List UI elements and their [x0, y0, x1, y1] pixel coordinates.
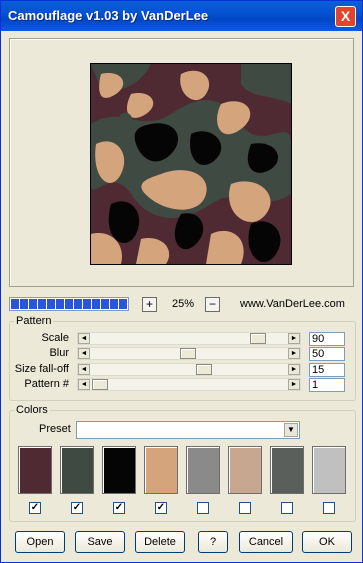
color-checkbox-7[interactable] — [281, 502, 293, 514]
color-swatch-6[interactable] — [228, 446, 262, 494]
color-swatch-1[interactable] — [18, 446, 52, 494]
size-falloff-left-arrow-icon[interactable]: ◄ — [78, 364, 90, 375]
scale-row: Scale ◄ ► 90 — [1, 332, 363, 348]
blur-input[interactable]: 50 — [309, 347, 345, 361]
scale-right-arrow-icon[interactable]: ► — [288, 333, 300, 344]
color-checkbox-5[interactable] — [197, 502, 209, 514]
preview-panel — [9, 38, 354, 287]
color-swatch-4[interactable] — [144, 446, 178, 494]
pattern-number-left-arrow-icon[interactable]: ◄ — [78, 379, 90, 390]
color-checkbox-2[interactable]: ✓ — [71, 502, 83, 514]
blur-slider[interactable]: ◄ ► — [77, 347, 301, 360]
color-swatch-8[interactable] — [312, 446, 346, 494]
scale-left-arrow-icon[interactable]: ◄ — [78, 333, 90, 344]
color-swatch-5[interactable] — [186, 446, 220, 494]
color-swatch-2[interactable] — [60, 446, 94, 494]
color-checkbox-1[interactable]: ✓ — [29, 502, 41, 514]
color-checkbox-6[interactable] — [239, 502, 251, 514]
pattern-number-right-arrow-icon[interactable]: ► — [288, 379, 300, 390]
size-falloff-slider-thumb[interactable] — [196, 364, 212, 375]
size-falloff-input[interactable]: 15 — [309, 363, 345, 377]
pattern-number-slider[interactable]: ◄ ► — [77, 378, 301, 391]
cancel-button[interactable]: Cancel — [239, 531, 293, 553]
pattern-number-slider-thumb[interactable] — [92, 379, 108, 390]
color-checkbox-3[interactable]: ✓ — [113, 502, 125, 514]
color-swatch-7[interactable] — [270, 446, 304, 494]
close-button[interactable]: X — [335, 6, 356, 27]
zoom-level: 25% — [171, 298, 195, 310]
zoom-in-button[interactable]: + — [142, 297, 157, 312]
pattern-number-input[interactable]: 1 — [309, 378, 345, 392]
size-falloff-label: Size fall-off — [14, 363, 69, 375]
camouflage-pattern-image — [91, 64, 291, 264]
size-falloff-slider[interactable]: ◄ ► — [77, 363, 301, 376]
website-link[interactable]: www.VanDerLee.com — [240, 298, 345, 310]
blur-row: Blur ◄ ► 50 — [1, 347, 363, 363]
blur-label: Blur — [49, 347, 69, 359]
zoom-out-button[interactable]: − — [205, 297, 220, 312]
size-falloff-row: Size fall-off ◄ ► 15 — [1, 363, 363, 379]
preset-label: Preset — [39, 423, 71, 435]
blur-right-arrow-icon[interactable]: ► — [288, 348, 300, 359]
size-falloff-right-arrow-icon[interactable]: ► — [288, 364, 300, 375]
title-bar[interactable]: Camouflage v1.03 by VanDerLee X — [1, 1, 362, 31]
scale-label: Scale — [41, 332, 69, 344]
render-progress-bar — [9, 297, 129, 311]
preset-select[interactable]: ▼ — [76, 421, 300, 439]
scale-input[interactable]: 90 — [309, 332, 345, 346]
help-button[interactable]: ? — [198, 531, 228, 553]
colors-legend: Colors — [16, 404, 48, 416]
color-checkbox-8[interactable] — [323, 502, 335, 514]
plugin-window: Camouflage v1.03 by VanDerLee X + 25% − … — [0, 0, 363, 563]
save-button[interactable]: Save — [75, 531, 125, 553]
camouflage-preview[interactable] — [90, 63, 292, 265]
ok-button[interactable]: OK — [302, 531, 352, 553]
dropdown-arrow-icon[interactable]: ▼ — [284, 423, 298, 437]
color-checkbox-4[interactable]: ✓ — [155, 502, 167, 514]
window-title: Camouflage v1.03 by VanDerLee — [8, 8, 209, 23]
scale-slider-thumb[interactable] — [250, 333, 266, 344]
color-swatch-3[interactable] — [102, 446, 136, 494]
pattern-number-row: Pattern # ◄ ► 1 — [1, 378, 363, 394]
pattern-number-label: Pattern # — [24, 378, 69, 390]
pattern-legend: Pattern — [16, 315, 52, 327]
blur-slider-thumb[interactable] — [180, 348, 196, 359]
scale-slider[interactable]: ◄ ► — [77, 332, 301, 345]
open-button[interactable]: Open — [15, 531, 65, 553]
delete-button[interactable]: Delete — [135, 531, 185, 553]
blur-left-arrow-icon[interactable]: ◄ — [78, 348, 90, 359]
